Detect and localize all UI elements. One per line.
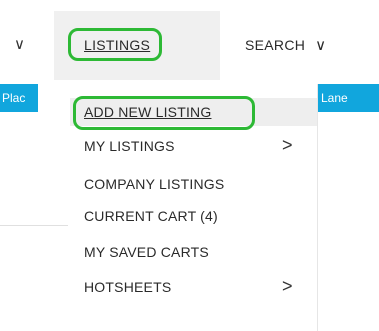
menu-item-my-saved-carts[interactable]: MY SAVED CARTS: [70, 238, 317, 266]
menu-item-current-cart[interactable]: CURRENT CART (4): [70, 202, 317, 230]
chevron-right-icon: >: [282, 135, 293, 155]
tab-listings[interactable]: LISTINGS: [54, 11, 220, 80]
top-nav-bar: ∨ LISTINGS SEARCH ∨: [0, 0, 379, 80]
menu-item-label[interactable]: MY LISTINGS: [84, 138, 175, 154]
highlight-ring-listings: [68, 28, 162, 61]
chevron-down-icon[interactable]: ∨: [14, 35, 25, 53]
tab-search-label[interactable]: SEARCH: [245, 37, 305, 53]
banner-strip-left: Plac: [0, 84, 38, 112]
menu-item-label[interactable]: MY SAVED CARTS: [84, 244, 209, 260]
menu-item-hotsheets[interactable]: HOTSHEETS >: [70, 273, 317, 301]
listings-dropdown-menu: ADD NEW LISTING MY LISTINGS > COMPANY LI…: [70, 84, 318, 331]
highlight-ring-add-new-listing: [73, 96, 255, 130]
tab-search[interactable]: SEARCH ∨: [245, 36, 326, 54]
menu-item-company-listings[interactable]: COMPANY LISTINGS: [70, 170, 317, 198]
menu-item-my-listings[interactable]: MY LISTINGS >: [70, 132, 317, 160]
chevron-down-icon[interactable]: ∨: [315, 37, 326, 54]
chevron-right-icon: >: [282, 276, 293, 296]
menu-item-label[interactable]: HOTSHEETS: [84, 279, 171, 295]
menu-item-label[interactable]: COMPANY LISTINGS: [84, 176, 224, 192]
divider: [0, 225, 68, 226]
banner-strip-right: Lane: [316, 84, 379, 112]
menu-item-label[interactable]: CURRENT CART (4): [84, 208, 218, 224]
